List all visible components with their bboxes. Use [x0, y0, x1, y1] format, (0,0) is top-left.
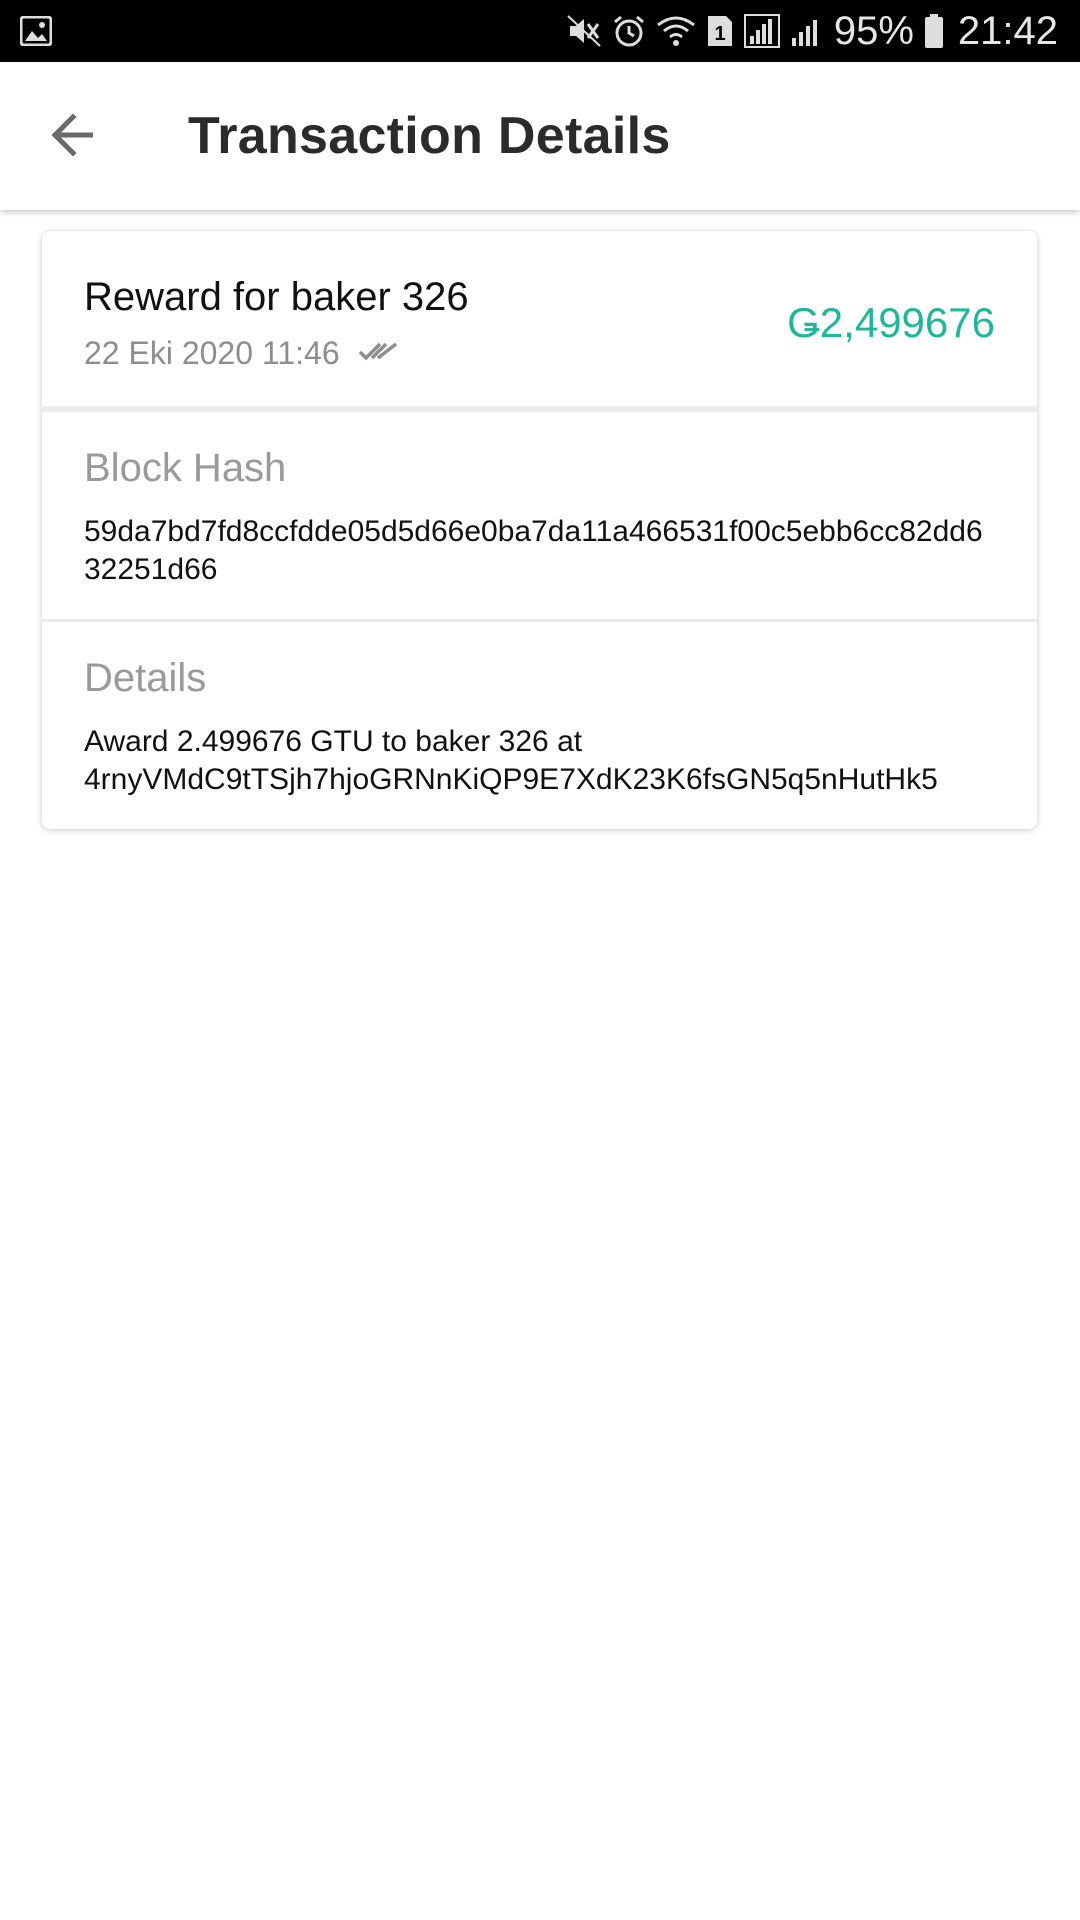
page-title: Transaction Details — [188, 107, 671, 165]
transaction-title: Reward for baker 326 — [84, 275, 469, 319]
details-section: Details Award 2.499676 GTU to baker 326 … — [42, 619, 1037, 829]
sim-icon: 1 — [706, 14, 734, 48]
mute-icon — [566, 14, 602, 48]
transaction-card: Reward for baker 326 22 Eki 2020 11:46 Ǥ… — [42, 231, 1037, 829]
details-line-1: Award 2.499676 GTU to baker 326 at — [84, 725, 583, 758]
battery-percent: 95% — [833, 8, 914, 53]
transaction-date: 22 Eki 2020 11:46 — [84, 335, 340, 371]
back-button[interactable] — [38, 102, 108, 172]
arrow-left-icon — [49, 112, 97, 162]
transaction-amount: Ǥ2,499676 — [787, 299, 995, 346]
double-check-icon — [358, 340, 398, 367]
block-hash-section: Block Hash 59da7bd7fd8ccfdde05d5d66e0ba7… — [42, 412, 1037, 619]
clock: 21:42 — [957, 8, 1058, 53]
gallery-icon — [20, 16, 52, 46]
svg-text:1: 1 — [714, 23, 725, 45]
transaction-summary: Reward for baker 326 22 Eki 2020 11:46 Ǥ… — [42, 231, 1037, 412]
wifi-icon — [656, 15, 696, 47]
status-bar: 1 95% 21:42 — [0, 0, 1080, 62]
signal-icon — [743, 14, 780, 48]
transaction-date-row: 22 Eki 2020 11:46 — [84, 335, 398, 372]
app-bar: Transaction Details — [0, 62, 1080, 210]
block-hash-label: Block Hash — [84, 446, 287, 490]
signal-icon — [790, 14, 824, 48]
details-line-2: 4rnyVMdC9tTSjh7hjoGRNnKiQP9E7XdK23K6fsGN… — [84, 763, 938, 796]
block-hash-value: 59da7bd7fd8ccfdde05d5d66e0ba7da11a466531… — [84, 515, 983, 586]
battery-icon — [924, 13, 944, 49]
details-label: Details — [84, 656, 207, 700]
alarm-icon — [612, 14, 646, 48]
